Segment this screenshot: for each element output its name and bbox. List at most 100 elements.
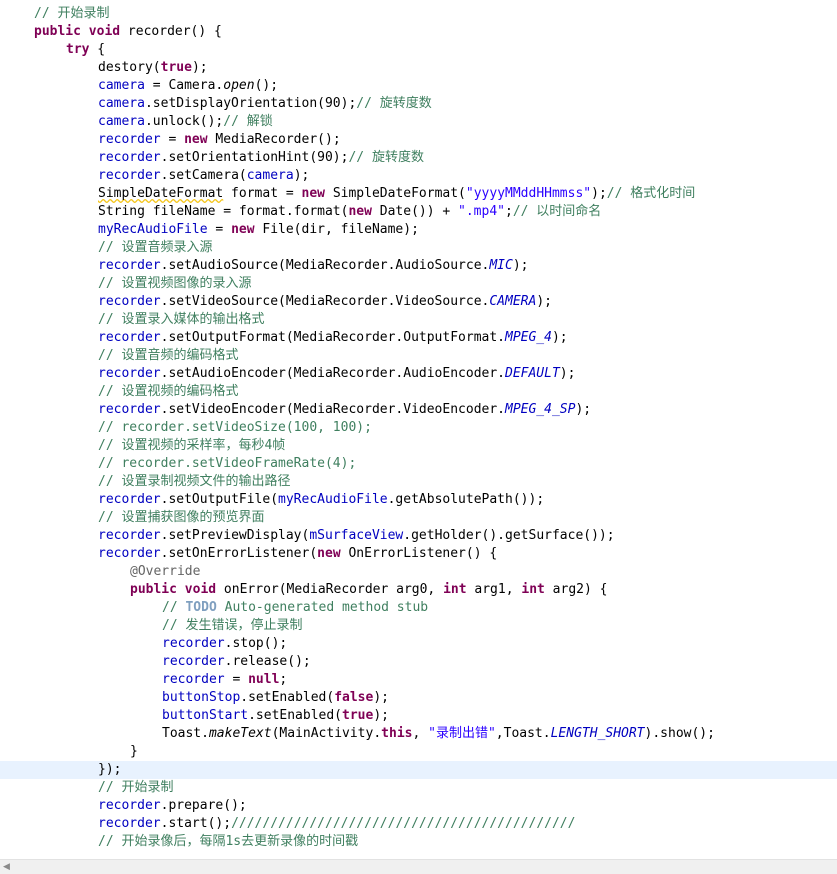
code-token: .getHolder().getSurface()); [403,528,615,543]
code-line-content: recorder.setVideoEncoder(MediaRecorder.V… [0,402,591,417]
code-line[interactable]: buttonStop.setEnabled(false); [0,689,837,707]
code-line[interactable]: // 开始录像后，每隔1s去更新录像的时间戳 [0,833,837,851]
code-line[interactable]: recorder.release(); [0,653,837,671]
code-line[interactable]: public void onError(MediaRecorder arg0, … [0,581,837,599]
code-token: ).show(); [644,726,715,741]
code-editor[interactable]: // 开始录制 public void recorder() {try {dest… [0,5,837,851]
code-line[interactable]: // 设置捕获图像的预览界面 [0,509,837,527]
horizontal-scrollbar[interactable]: ◀ [0,859,837,874]
code-token: buttonStop [162,690,241,705]
code-token: new [231,222,255,237]
code-line[interactable]: // 开始录制 [0,5,837,23]
code-line[interactable]: camera = Camera.open(); [0,77,837,95]
code-line[interactable]: @Override [0,563,837,581]
code-token: recorder [98,528,161,543]
code-line[interactable]: myRecAudioFile = new File(dir, fileName)… [0,221,837,239]
code-line-content: recorder.setOutputFile(myRecAudioFile.ge… [0,492,544,507]
code-line[interactable]: SimpleDateFormat format = new SimpleDate… [0,185,837,203]
code-token: // 旋转度数 [348,150,424,165]
code-line[interactable]: recorder.setOutputFile(myRecAudioFile.ge… [0,491,837,509]
code-token: // 开始录制 [98,780,174,795]
code-line[interactable]: // 设置录入媒体的输出格式 [0,311,837,329]
code-token: String fileName = format.format( [98,204,349,219]
code-token: destory( [98,60,161,75]
code-line[interactable]: // recorder.setVideoSize(100, 100); [0,419,837,437]
code-token: = Camera. [144,78,224,93]
code-line[interactable]: recorder.setOnErrorListener(new OnErrorL… [0,545,837,563]
code-token: SimpleDateFormat [98,186,224,201]
code-line[interactable]: recorder.setOutputFormat(MediaRecorder.O… [0,329,837,347]
code-token: arg2) { [544,582,608,597]
code-token: .stop(); [224,636,288,651]
code-token: TODO [185,600,217,615]
code-line-content: try { [0,42,105,57]
code-token: try [66,42,90,57]
code-token: .setVideoEncoder(MediaRecorder.VideoEnco… [160,402,505,417]
code-line[interactable]: // 发生错误，停止录制 [0,617,837,635]
code-line[interactable]: // TODO Auto-generated method stub [0,599,837,617]
code-token: (MainActivity. [271,726,382,741]
code-token: // 旋转度数 [356,96,432,111]
code-line[interactable]: // 设置音频的编码格式 [0,347,837,365]
code-token: ); [293,168,310,183]
code-line[interactable]: } [0,743,837,761]
code-line[interactable]: recorder.setCamera(camera); [0,167,837,185]
code-line-content: recorder.prepare(); [0,798,247,813]
code-line-content: recorder.setOnErrorListener(new OnErrorL… [0,546,497,561]
code-line[interactable]: // 设置视频的编码格式 [0,383,837,401]
code-line[interactable]: camera.unlock();// 解锁 [0,113,837,131]
code-line[interactable]: // 设置录制视频文件的输出路径 [0,473,837,491]
code-line[interactable]: Toast.makeText(MainActivity.this, "录制出错"… [0,725,837,743]
code-line[interactable]: recorder.setVideoEncoder(MediaRecorder.V… [0,401,837,419]
code-line[interactable]: try { [0,41,837,59]
code-line[interactable]: recorder.setAudioSource(MediaRecorder.Au… [0,257,837,275]
code-token: Auto-generated method stub [216,600,429,615]
code-token: MIC [489,258,513,273]
code-token: .setAudioSource(MediaRecorder.AudioSourc… [160,258,490,273]
code-line-content: // 设置录制视频文件的输出路径 [0,474,290,489]
code-line[interactable]: recorder = null; [0,671,837,689]
code-token: int [443,582,467,597]
code-token: = [224,672,249,687]
code-line[interactable]: // 设置视频图像的录入源 [0,275,837,293]
code-line[interactable]: recorder.start();///////////////////////… [0,815,837,833]
code-token: recorder [98,402,161,417]
code-line[interactable]: recorder.stop(); [0,635,837,653]
code-line[interactable]: recorder.setVideoSource(MediaRecorder.Vi… [0,293,837,311]
code-token: = [160,132,185,147]
code-token: // 解锁 [223,114,273,129]
code-line-content: // 设置视频的采样率，每秒4帧 [0,438,285,453]
code-token: public [130,582,177,597]
code-line[interactable]: recorder.setPreviewDisplay(mSurfaceView.… [0,527,837,545]
code-token: // recorder.setVideoSize(100, 100); [98,420,372,435]
code-line[interactable]: }); [0,761,837,779]
code-line[interactable]: recorder.setOrientationHint(90);// 旋转度数 [0,149,837,167]
code-line[interactable]: destory(true); [0,59,837,77]
code-line[interactable]: buttonStart.setEnabled(true); [0,707,837,725]
code-line[interactable]: String fileName = format.format(new Date… [0,203,837,221]
code-token: .start(); [160,816,232,831]
code-line[interactable]: // recorder.setVideoFrameRate(4); [0,455,837,473]
code-line[interactable]: recorder.prepare(); [0,797,837,815]
code-line[interactable]: // 开始录制 [0,779,837,797]
code-line-content: // 开始录制 [0,780,173,795]
code-token: DEFAULT [505,366,560,381]
code-token: LENGTH_SHORT [550,726,645,741]
code-line[interactable]: camera.setDisplayOrientation(90);// 旋转度数 [0,95,837,113]
code-token: .getAbsolutePath()); [387,492,545,507]
code-line[interactable]: public void recorder() { [0,23,837,41]
code-line-content: recorder.start();///////////////////////… [0,816,575,831]
code-token: OnErrorListener() { [340,546,498,561]
code-line-content: recorder.setAudioEncoder(MediaRecorder.A… [0,366,575,381]
code-line[interactable]: recorder = new MediaRecorder(); [0,131,837,149]
code-token: .setDisplayOrientation(90); [144,96,357,111]
code-token: .setOnErrorListener( [160,546,318,561]
code-line-content: // recorder.setVideoSize(100, 100); [0,420,372,435]
code-line[interactable]: // 设置视频的采样率，每秒4帧 [0,437,837,455]
code-line-content: @Override [0,564,200,579]
code-line[interactable]: recorder.setAudioEncoder(MediaRecorder.A… [0,365,837,383]
code-line[interactable]: // 设置音频录入源 [0,239,837,257]
scroll-left-icon[interactable]: ◀ [3,862,10,872]
